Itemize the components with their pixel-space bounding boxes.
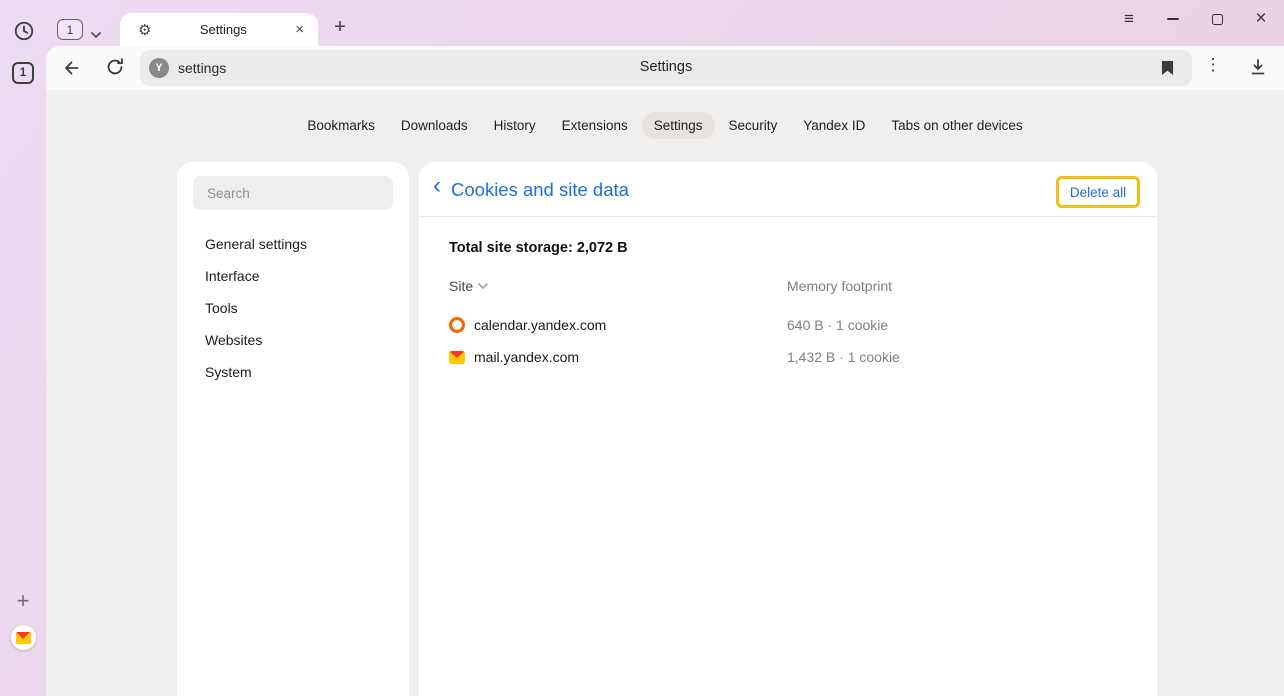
yandex-mail-app-icon[interactable]	[11, 625, 36, 650]
site-name: calendar.yandex.com	[474, 317, 606, 333]
clock-icon	[13, 20, 35, 42]
nav-item-extensions[interactable]: Extensions	[550, 112, 640, 139]
sidebar-add-icon[interactable]: +	[0, 588, 46, 614]
mail-favicon-icon	[449, 351, 465, 364]
browser-menu-icon[interactable]: ≡	[1117, 8, 1141, 30]
download-icon[interactable]	[1249, 58, 1267, 81]
nav-item-history[interactable]: History	[482, 112, 548, 139]
more-menu-icon[interactable]: ⋮	[1204, 55, 1222, 75]
nav-item-downloads[interactable]: Downloads	[389, 112, 480, 139]
settings-nav: Bookmarks Downloads History Extensions S…	[46, 112, 1284, 139]
address-bar[interactable]: Y settings Settings	[140, 50, 1192, 86]
gear-icon: ⚙	[138, 21, 151, 39]
tab-counter-value: 1	[67, 23, 74, 37]
sidebar-item-system[interactable]: System	[205, 356, 399, 388]
search-input[interactable]	[193, 176, 393, 210]
column-header-site[interactable]: Site	[449, 278, 488, 294]
delete-all-button[interactable]: Delete all	[1064, 184, 1132, 201]
reload-button[interactable]	[104, 56, 126, 83]
back-chevron-icon[interactable]: ‹	[433, 174, 441, 198]
delete-all-highlight: Delete all	[1056, 176, 1140, 208]
history-clock-icon[interactable]	[13, 20, 35, 42]
minimize-icon	[1167, 18, 1179, 20]
maximize-icon	[1212, 14, 1223, 25]
sidebar-tab-indicator[interactable]: 1	[12, 62, 34, 84]
nav-item-security[interactable]: Security	[717, 112, 790, 139]
nav-item-settings[interactable]: Settings	[642, 112, 715, 139]
left-strip: 1 + •••	[0, 46, 46, 696]
browser-surface: Y settings Settings ⋮ Bookmarks Download…	[46, 46, 1284, 696]
total-storage-label: Total site storage: 2,072 B	[449, 240, 628, 256]
sidebar-item-websites[interactable]: Websites	[205, 324, 399, 356]
memory-value: 1,432 B · 1 cookie	[787, 349, 900, 365]
tab-counter[interactable]: 1	[57, 19, 83, 40]
settings-sidebar-card: General settings Interface Tools Website…	[177, 162, 409, 696]
back-button[interactable]	[60, 57, 82, 84]
cookies-panel-header: ‹ Cookies and site data Delete all	[419, 162, 1157, 217]
tab-close-icon[interactable]: ×	[295, 21, 304, 38]
mail-envelope-icon	[16, 632, 31, 644]
maximize-button[interactable]	[1205, 8, 1229, 30]
bookmark-icon[interactable]	[1161, 60, 1174, 81]
sidebar-item-tools[interactable]: Tools	[205, 292, 399, 324]
tab-title: Settings	[151, 22, 295, 37]
browser-window: 1 ⚙ Settings × + ≡ × 1 + •••	[0, 0, 1284, 696]
nav-item-bookmarks[interactable]: Bookmarks	[295, 112, 387, 139]
sort-chevron-down-icon	[478, 283, 488, 289]
sidebar-item-interface[interactable]: Interface	[205, 260, 399, 292]
cookies-panel-card: ‹ Cookies and site data Delete all Total…	[419, 162, 1157, 696]
page-title: Settings	[140, 59, 1192, 75]
tab-settings[interactable]: ⚙ Settings ×	[120, 13, 318, 46]
new-tab-button[interactable]: +	[329, 16, 351, 39]
sidebar-item-general-settings[interactable]: General settings	[205, 228, 399, 260]
minimize-button[interactable]	[1161, 8, 1185, 30]
table-row[interactable]: calendar.yandex.com 640 B · 1 cookie	[449, 309, 1137, 341]
settings-section-list: General settings Interface Tools Website…	[205, 228, 399, 388]
column-header-memory: Memory footprint	[787, 278, 892, 294]
site-column-label: Site	[449, 278, 473, 294]
site-name: mail.yandex.com	[474, 349, 579, 365]
browser-toolbar: Y settings Settings ⋮	[46, 46, 1284, 90]
window-topbar: 1 ⚙ Settings × + ≡ ×	[0, 0, 1284, 46]
cookies-title[interactable]: Cookies and site data	[451, 179, 629, 201]
tab-list-chevron-down-icon[interactable]	[90, 26, 102, 44]
calendar-favicon-icon	[449, 317, 465, 333]
window-close-button[interactable]: ×	[1249, 8, 1273, 30]
nav-item-tabs-other-devices[interactable]: Tabs on other devices	[879, 112, 1034, 139]
memory-value: 640 B · 1 cookie	[787, 317, 888, 333]
table-row[interactable]: mail.yandex.com 1,432 B · 1 cookie	[449, 341, 1137, 373]
nav-item-yandex-id[interactable]: Yandex ID	[791, 112, 877, 139]
sidebar-tab-count: 1	[20, 67, 26, 79]
